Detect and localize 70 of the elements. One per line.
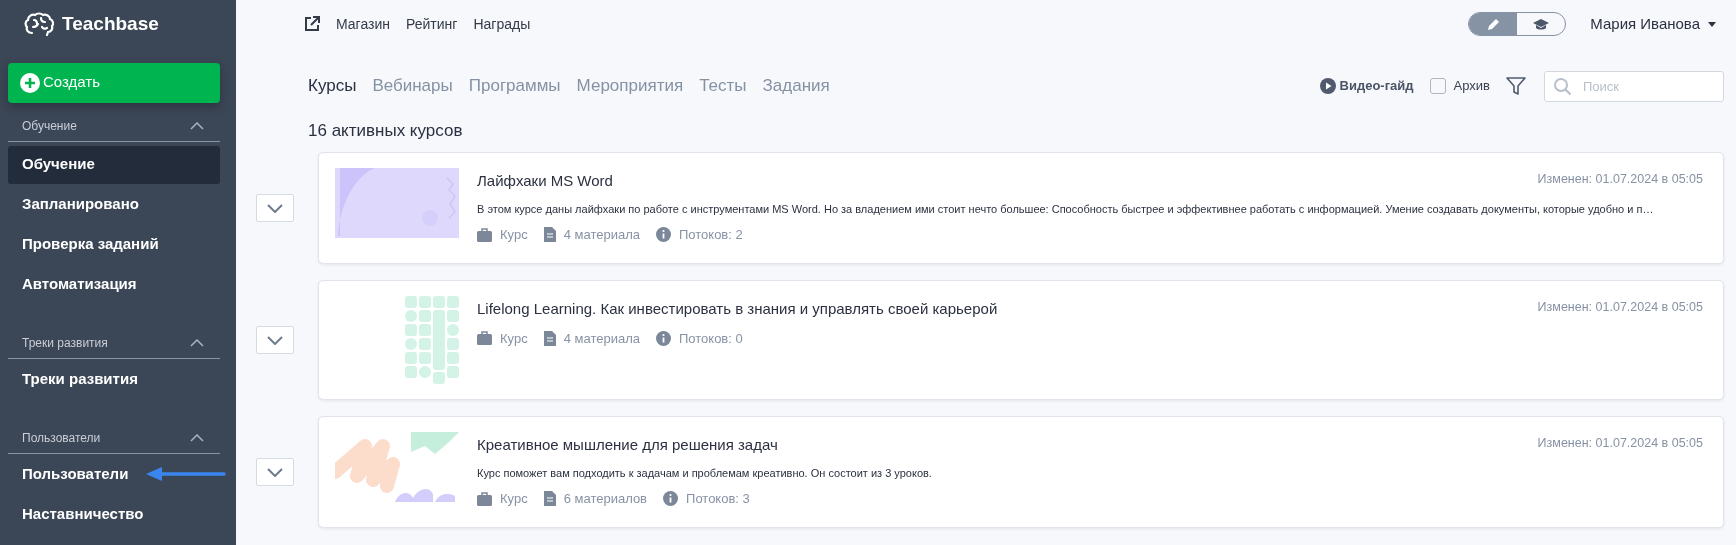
play-icon[interactable]	[1319, 78, 1336, 94]
course-title[interactable]: Лайфхаки MS Word	[477, 170, 613, 193]
checkbox-label: Архив	[1453, 77, 1490, 96]
external-link-icon[interactable]	[304, 16, 320, 32]
course-title[interactable]: Lifelong Learning. Как инвестировать в знания и управлять своей карьерой	[477, 298, 998, 321]
materials-count: 4 материала	[563, 329, 640, 348]
nav-link[interactable]: Награды	[473, 13, 531, 35]
arrow-icon	[146, 466, 226, 481]
sidebar-item[interactable]: Наставничество	[8, 495, 220, 534]
chevron-up-icon[interactable]	[190, 433, 204, 442]
sidebar-item[interactable]: Треки развития	[8, 360, 220, 399]
search-icon	[1554, 77, 1572, 96]
sidebar-item[interactable]: Проверка заданий	[8, 225, 220, 264]
briefcase-icon	[477, 491, 492, 506]
course-count: 16 активных курсов	[307, 120, 464, 142]
course-description: В этом курсе даны лайфхаки по работе с инструментами MS Word. Но за владением ими стоит нечто большее: Способность быстрее и эффективнее работать с информацией. Умение создавать документы, которые удобно и п…	[477, 201, 1655, 217]
materials-count: 4 материала	[563, 226, 640, 244]
sidebar-item[interactable]: Запланировано	[8, 185, 220, 224]
course-type: Курс	[500, 329, 528, 348]
document-icon	[543, 491, 556, 507]
sidebar-item[interactable]: Автоматизация	[8, 265, 220, 304]
modified-date: Изменен: 01.07.2024 в 05:05	[1537, 171, 1703, 188]
section-title: Обучение	[22, 117, 77, 135]
tab[interactable]: Курсы	[308, 73, 357, 99]
modified-date: Изменен: 01.07.2024 в 05:05	[1537, 299, 1703, 316]
sidebar-item[interactable]: Пользователи	[8, 455, 220, 494]
info-icon	[663, 491, 679, 507]
chevron-down-icon	[267, 203, 283, 213]
briefcase-icon	[477, 227, 492, 242]
streams-count: Потоков: 0	[679, 329, 743, 348]
document-icon	[543, 227, 556, 243]
search-field[interactable]: Поиск	[1544, 70, 1724, 102]
chevron-down-icon	[267, 335, 283, 345]
graduation-cap-icon[interactable]	[1533, 18, 1550, 30]
course-description: Курс поможет вам подходить к задачам и проблемам креативно. Он состоит из 3 уроков.	[477, 465, 933, 481]
chevron-down-icon	[267, 467, 283, 477]
info-icon	[656, 330, 671, 346]
briefcase-icon	[477, 331, 492, 346]
pencil-toggle[interactable]	[1469, 13, 1518, 35]
checkbox[interactable]	[1429, 78, 1446, 94]
nav-link[interactable]: Рейтинг	[406, 13, 458, 35]
info-icon	[656, 227, 671, 243]
document-icon	[543, 330, 556, 346]
modified-date: Изменен: 01.07.2024 в 05:05	[1537, 435, 1703, 452]
course-type: Курс	[500, 490, 528, 508]
nav-link[interactable]: Магазин	[336, 13, 390, 35]
streams-count: Потоков: 3	[686, 490, 750, 508]
caret-icon[interactable]	[1708, 21, 1716, 27]
section-title: Треки развития	[22, 334, 108, 352]
chevron-up-icon[interactable]	[190, 121, 204, 130]
course-type: Курс	[500, 226, 528, 244]
materials-count: 6 материалов	[563, 490, 648, 508]
course-title[interactable]: Креативное мышление для решения задач	[477, 434, 778, 457]
user-name[interactable]: Мария Иванова	[1590, 12, 1700, 36]
expand-button[interactable]	[256, 458, 294, 486]
streams-count: Потоков: 2	[679, 226, 743, 244]
filter-icon[interactable]	[1506, 76, 1526, 96]
video-guide-link[interactable]: Видео-гайд	[1339, 76, 1414, 96]
pencil-icon[interactable]	[1486, 17, 1500, 31]
plus-icon	[20, 72, 40, 93]
course-card[interactable]	[318, 152, 1724, 264]
sidebar-item[interactable]: Обучение	[8, 145, 220, 184]
expand-button[interactable]	[256, 194, 294, 222]
section-title: Пользователи	[22, 429, 101, 447]
course-card[interactable]: Креативное мышление для решения задач Изменен: 01.07.2024 в 05:05 Курс поможет вам подходить к задачам и проблемам креативно. Он состоит из 3 уроков. Курс 6 материалов Потоков: 3	[318, 416, 1724, 528]
chevron-up-icon[interactable]	[190, 338, 204, 347]
course-card[interactable]: Lifelong Learning. Как инвестировать в знания и управлять своей карьерой Изменен: 01.07.2024 в 05:05 Курс 4 материала Потоков: 0	[318, 280, 1724, 400]
expand-button[interactable]	[256, 326, 294, 354]
logo: Teachbase	[62, 12, 159, 36]
brain-icon	[24, 11, 54, 38]
